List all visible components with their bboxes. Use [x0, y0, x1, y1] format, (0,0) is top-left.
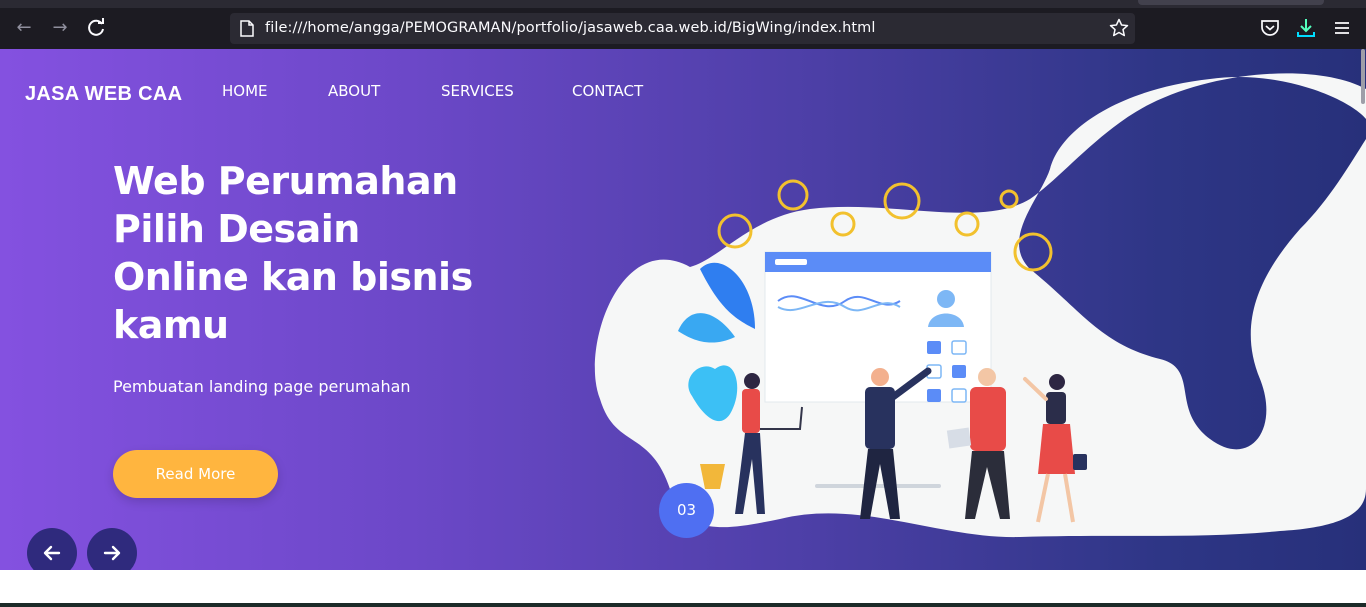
- site-brand[interactable]: JASA WEB CAA: [25, 83, 182, 106]
- url-text[interactable]: file:///home/angga/PEMOGRAMAN/portfolio/…: [265, 20, 876, 36]
- address-bar[interactable]: file:///home/angga/PEMOGRAMAN/portfolio/…: [230, 13, 1135, 44]
- next-section: [0, 570, 1366, 607]
- bookmark-star-icon[interactable]: [1109, 18, 1129, 38]
- page-icon: [240, 20, 254, 37]
- nav-home[interactable]: HOME: [222, 82, 268, 100]
- browser-tab[interactable]: [1138, 0, 1324, 5]
- next-slide-button[interactable]: [87, 528, 137, 570]
- hero-section: JASA WEB CAA HOME ABOUT SERVICES CONTACT…: [0, 49, 1366, 570]
- pocket-icon[interactable]: [1259, 17, 1281, 39]
- reload-icon[interactable]: [84, 16, 108, 40]
- slide-number-badge: 03: [659, 483, 714, 538]
- hero-headline: Web Perumahan Pilih Desain Online kan bi…: [113, 157, 533, 349]
- back-icon[interactable]: ←: [12, 16, 36, 40]
- nav-services[interactable]: SERVICES: [441, 82, 514, 100]
- arrow-left-icon: [43, 545, 61, 561]
- prev-slide-button[interactable]: [27, 528, 77, 570]
- download-icon[interactable]: [1295, 17, 1317, 39]
- menu-icon[interactable]: [1331, 17, 1353, 39]
- read-more-button[interactable]: Read More: [113, 450, 278, 498]
- nav-about[interactable]: ABOUT: [328, 82, 380, 100]
- headline-line: Web Perumahan: [113, 159, 458, 203]
- headline-line: Pilih Desain: [113, 207, 360, 251]
- headline-line: Online kan bisnis: [113, 255, 473, 299]
- page-scrollbar[interactable]: [1361, 49, 1365, 104]
- browser-toolbar: ← → file:///home/angga/PEMOGRAMAN/portfo…: [0, 0, 1366, 49]
- taskbar-edge: [0, 603, 1366, 607]
- arrow-right-icon: [103, 545, 121, 561]
- forward-icon[interactable]: →: [48, 16, 72, 40]
- headline-line: kamu: [113, 303, 229, 347]
- hero-subtitle: Pembuatan landing page perumahan: [113, 377, 411, 396]
